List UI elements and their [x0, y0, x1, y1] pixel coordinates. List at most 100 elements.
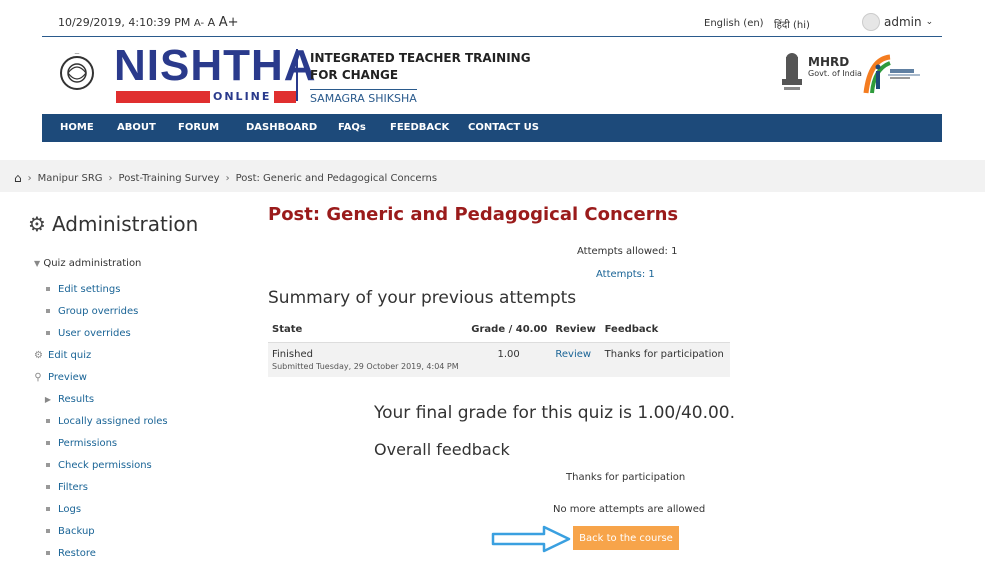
admin-item-label: Edit quiz — [48, 349, 92, 361]
nav-dashboard[interactable]: DASHBOARD — [246, 122, 317, 133]
summary-heading: Summary of your previous attempts — [268, 288, 577, 308]
admin-item-preview[interactable]: ⚲ Preview — [34, 366, 168, 388]
ncert-emblem-icon[interactable]: — — [52, 47, 102, 105]
administration-block-title: ⚙ Administration — [28, 212, 198, 236]
admin-menu-list: Edit settings Group overrides User overr… — [34, 278, 168, 564]
admin-item-label: User overrides — [58, 327, 131, 339]
admin-item-label: Group overrides — [58, 305, 139, 317]
quiz-administration-toggle[interactable]: ▼ Quiz administration — [34, 258, 141, 269]
bullet-icon — [46, 287, 50, 291]
cell-state: Finished Submitted Tuesday, 29 October 2… — [268, 342, 466, 377]
admin-item-locally-assigned-roles[interactable]: Locally assigned roles — [44, 410, 168, 432]
avatar — [862, 13, 880, 31]
bullet-icon — [46, 507, 50, 511]
admin-item-logs[interactable]: Logs — [44, 498, 168, 520]
bullet-icon — [46, 551, 50, 555]
overall-feedback-text: Thanks for participation — [566, 472, 686, 483]
admin-item-backup[interactable]: Backup — [44, 520, 168, 542]
admin-item-label: Permissions — [58, 437, 118, 449]
admin-item-label: Filters — [58, 481, 88, 493]
user-menu[interactable]: admin ⌄ — [862, 13, 933, 31]
admin-item-permissions[interactable]: Permissions — [44, 432, 168, 454]
tagline-line-1: INTEGRATED TEACHER TRAINING — [310, 51, 531, 65]
triangle-right-icon: ▶ — [44, 394, 52, 404]
nav-forum[interactable]: FORUM — [178, 122, 219, 133]
tagline-line-2: FOR CHANGE — [310, 68, 399, 82]
quiz-administration-label: Quiz administration — [43, 258, 142, 269]
top-bar: 10/29/2019, 4:10:39 PM A- A A+ English (… — [42, 8, 942, 36]
language-english-link[interactable]: English (en) — [704, 18, 764, 29]
chevron-down-icon: ⌄ — [925, 17, 934, 27]
font-decrease-button[interactable]: A- — [194, 18, 204, 29]
home-icon[interactable]: ⌂ — [14, 171, 22, 185]
breadcrumb: ⌂ › Manipur SRG › Post-Training Survey ›… — [0, 160, 985, 192]
triangle-down-icon: ▼ — [34, 259, 41, 268]
attempts-link[interactable]: Attempts: 1 — [596, 269, 655, 280]
bullet-icon — [46, 331, 50, 335]
bullet-icon — [46, 485, 50, 489]
admin-item-user-overrides[interactable]: User overrides — [44, 322, 168, 344]
bullet-icon — [46, 419, 50, 423]
nav-faqs[interactable]: FAQs — [338, 122, 366, 133]
breadcrumb-item-survey[interactable]: Post-Training Survey — [119, 173, 220, 184]
datetime: 10/29/2019, 4:10:39 PM — [58, 16, 191, 29]
column-header-grade: Grade / 40.00 — [465, 318, 552, 343]
table-row: Finished Submitted Tuesday, 29 October 2… — [268, 342, 730, 377]
mhrd-title: MHRD — [808, 55, 850, 69]
admin-item-label: Results — [58, 393, 95, 405]
breadcrumb-item-course[interactable]: Manipur SRG — [38, 173, 103, 184]
breadcrumb-separator: › — [108, 172, 113, 184]
cell-feedback: Thanks for participation — [600, 342, 730, 377]
arrow-right-icon — [491, 525, 571, 553]
gears-icon: ⚙ — [28, 212, 46, 236]
column-header-state: State — [268, 318, 466, 343]
cell-grade: 1.00 — [465, 342, 552, 377]
bullet-icon — [46, 529, 50, 533]
admin-item-restore[interactable]: Restore — [44, 542, 168, 564]
nav-home[interactable]: HOME — [60, 122, 94, 133]
user-name: admin — [884, 15, 922, 29]
main-navbar: HOME ABOUT FORUM DASHBOARD FAQs FEEDBACK… — [42, 114, 942, 142]
column-header-review: Review — [551, 318, 601, 343]
svg-text:—: — — [75, 51, 80, 57]
nishtha-logo-text[interactable]: NISHTHA — [114, 41, 317, 91]
digital-india-logo-icon — [863, 54, 920, 94]
admin-item-group-overrides[interactable]: Group overrides — [44, 300, 168, 322]
review-link[interactable]: Review — [551, 342, 601, 377]
state-value: Finished — [272, 348, 313, 360]
bullet-icon — [46, 463, 50, 467]
admin-item-edit-quiz[interactable]: ⚙ Edit quiz — [34, 344, 168, 366]
back-to-course-button[interactable]: Back to the course — [573, 526, 679, 550]
admin-item-label: Check permissions — [58, 459, 152, 471]
bullet-icon — [46, 309, 50, 313]
breadcrumb-item-quiz[interactable]: Post: Generic and Pedagogical Concerns — [236, 173, 437, 184]
gear-icon: ⚙ — [34, 349, 43, 361]
font-normal-button[interactable]: A — [208, 16, 216, 29]
search-icon: ⚲ — [34, 371, 42, 383]
admin-item-filters[interactable]: Filters — [44, 476, 168, 498]
font-increase-button[interactable]: A+ — [219, 15, 239, 30]
breadcrumb-separator: › — [27, 172, 32, 184]
logo-divider — [296, 49, 298, 101]
nav-about[interactable]: ABOUT — [117, 122, 156, 133]
admin-item-results[interactable]: ▶ Results — [44, 388, 168, 410]
admin-item-label: Logs — [58, 503, 82, 515]
site-header: — NISHTHA ONLINE INTEGRATED TEACHER TRAI… — [42, 36, 942, 114]
final-grade-text: Your final grade for this quiz is 1.00/4… — [374, 403, 736, 423]
admin-item-check-permissions[interactable]: Check permissions — [44, 454, 168, 476]
bullet-icon — [46, 441, 50, 445]
national-emblem-icon — [782, 53, 802, 90]
language-hindi-link[interactable]: हिंदी (hi) — [774, 17, 810, 31]
tagline-line-3: SAMAGRA SHIKSHA — [310, 89, 417, 105]
no-more-attempts-text: No more attempts are allowed — [553, 504, 706, 515]
datetime-and-font-size: 10/29/2019, 4:10:39 PM A- A A+ — [58, 15, 238, 30]
logo-online-text: ONLINE — [210, 90, 275, 103]
administration-title-text: Administration — [51, 212, 199, 236]
admin-item-label: Edit settings — [58, 283, 121, 295]
mhrd-subtitle: Govt. of India — [808, 69, 862, 78]
column-header-feedback: Feedback — [600, 318, 730, 343]
nav-contact-us[interactable]: CONTACT US — [468, 122, 539, 133]
breadcrumb-separator: › — [225, 172, 230, 184]
admin-item-edit-settings[interactable]: Edit settings — [44, 278, 168, 300]
nav-feedback[interactable]: FEEDBACK — [390, 122, 449, 133]
